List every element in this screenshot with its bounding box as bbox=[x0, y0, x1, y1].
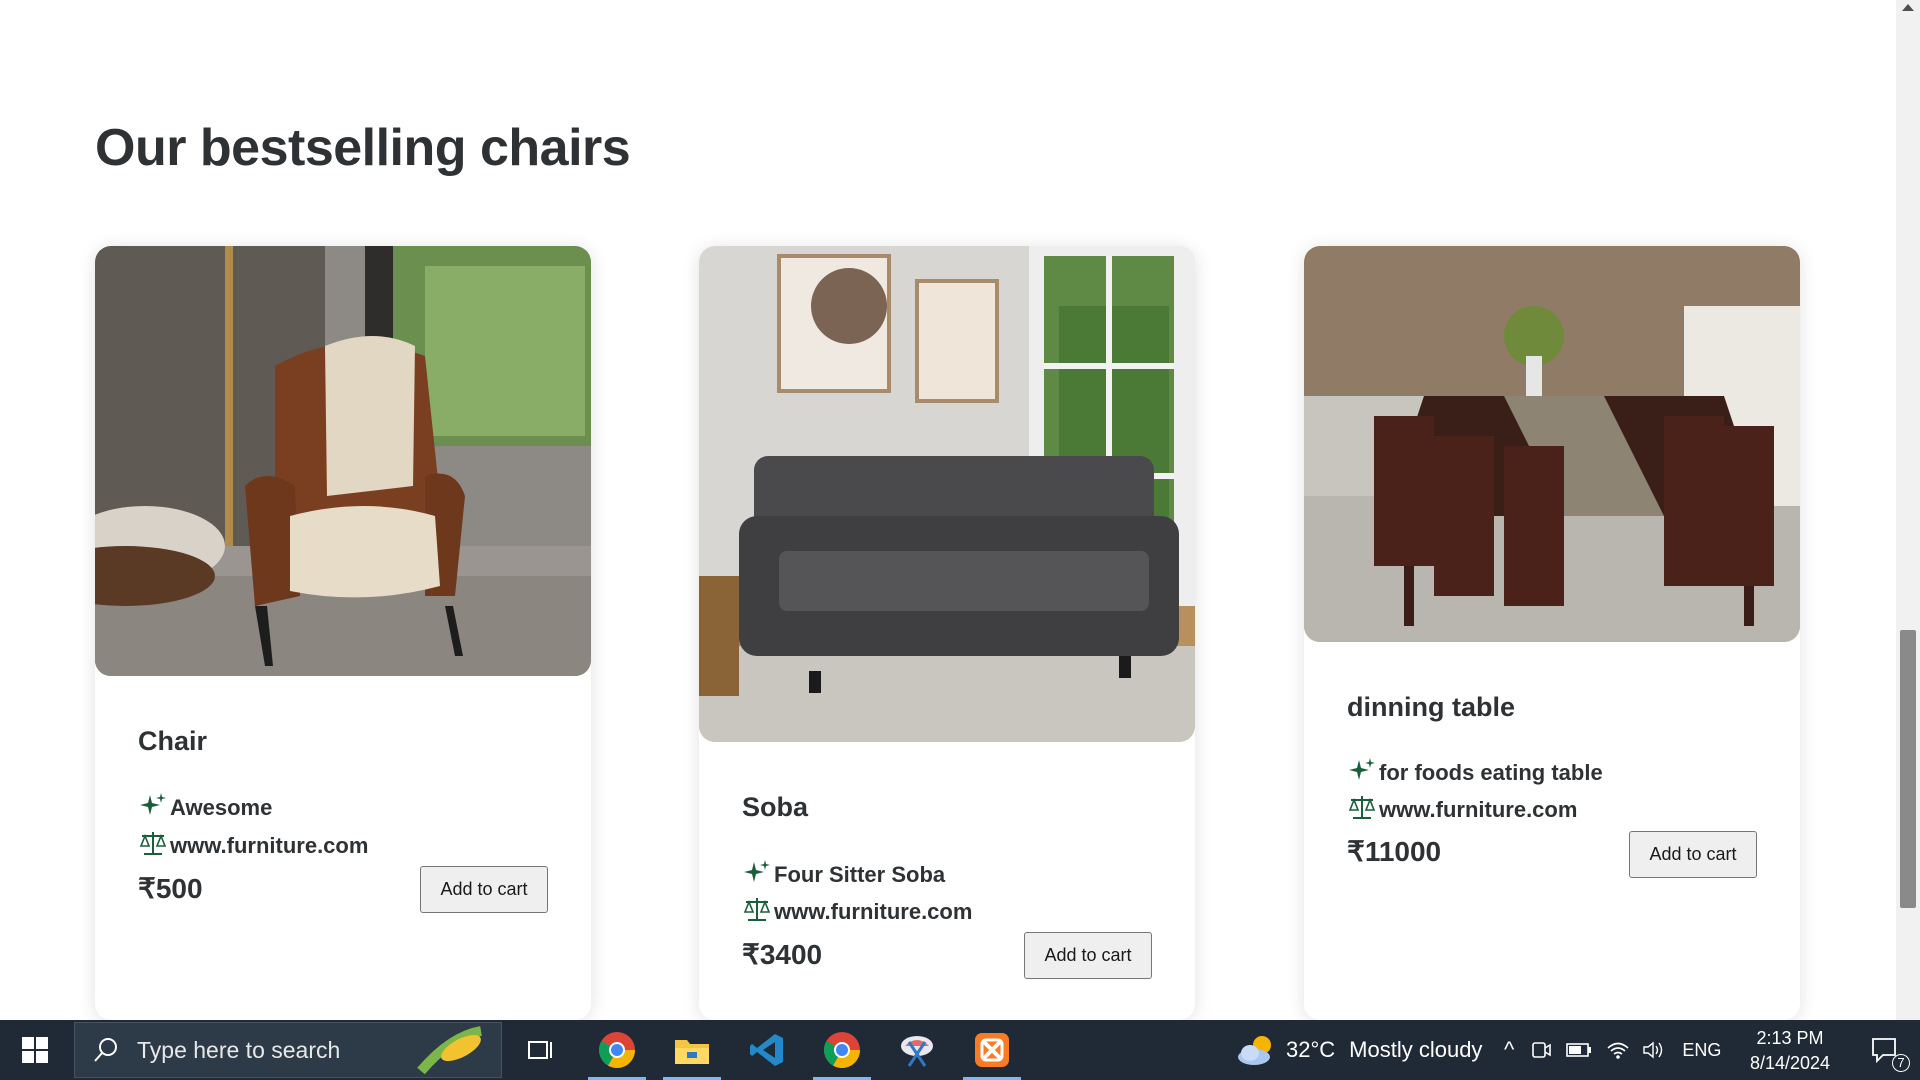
wifi-icon[interactable] bbox=[1606, 1040, 1630, 1060]
armchair-photo bbox=[95, 246, 591, 676]
vertical-scrollbar[interactable] bbox=[1896, 0, 1920, 1020]
product-price: ₹500 bbox=[138, 873, 203, 904]
sofa-photo bbox=[699, 246, 1195, 742]
product-description: for foods eating table bbox=[1347, 756, 1603, 786]
xampp-icon bbox=[975, 1033, 1009, 1067]
search-placeholder: Type here to search bbox=[137, 1036, 341, 1063]
corn-search-highlight-icon bbox=[417, 1026, 483, 1075]
weather-widget[interactable]: 32°C Mostly cloudy bbox=[1236, 1020, 1482, 1080]
dining-table-photo bbox=[1304, 246, 1800, 642]
scrollbar-thumb[interactable] bbox=[1900, 630, 1916, 908]
taskbar-vscode[interactable] bbox=[732, 1020, 802, 1080]
snipping-tool-icon bbox=[901, 1036, 933, 1067]
task-view-icon bbox=[528, 1041, 552, 1059]
product-card-soba: Soba Four Sitter Soba www.furniture.com … bbox=[699, 246, 1195, 1020]
battery-icon[interactable] bbox=[1566, 1042, 1592, 1058]
section-title: Our bestselling chairs bbox=[95, 119, 631, 177]
clock-time: 2:13 PM bbox=[1756, 1028, 1824, 1048]
chrome-icon bbox=[823, 1032, 860, 1069]
taskbar-chrome-profile[interactable] bbox=[582, 1020, 652, 1080]
product-name: Chair bbox=[138, 726, 208, 756]
browser-viewport: Our bestselling chairs Chair Awesome www… bbox=[0, 0, 1896, 1020]
start-button[interactable] bbox=[0, 1020, 70, 1080]
notification-count: 7 bbox=[1892, 1054, 1910, 1072]
taskbar-chrome[interactable] bbox=[807, 1020, 877, 1080]
chrome-icon bbox=[598, 1032, 635, 1069]
product-description: Four Sitter Soba bbox=[742, 858, 945, 888]
input-language[interactable]: ENG bbox=[1682, 1040, 1721, 1061]
scale-icon bbox=[139, 832, 167, 855]
scale-icon bbox=[743, 898, 771, 921]
product-card-dinning-table: dinning table for foods eating table www… bbox=[1304, 246, 1800, 1020]
sparkles-icon bbox=[744, 860, 770, 882]
product-price: ₹11000 bbox=[1347, 836, 1442, 867]
clock[interactable]: 2:13 PM 8/14/2024 bbox=[1740, 1026, 1840, 1076]
product-site-text: www.furniture.com bbox=[1379, 797, 1578, 822]
weather-temperature: 32°C bbox=[1286, 1037, 1336, 1062]
taskbar-xampp[interactable] bbox=[957, 1020, 1027, 1080]
taskbar-search-box[interactable]: Type here to search bbox=[74, 1022, 502, 1078]
product-image-armchair bbox=[95, 246, 591, 676]
taskbar-file-explorer[interactable] bbox=[657, 1020, 727, 1080]
product-site: www.furniture.com bbox=[138, 829, 368, 859]
meet-now-icon[interactable] bbox=[1530, 1039, 1552, 1061]
sparkles-icon bbox=[1349, 758, 1375, 780]
product-card-chair: Chair Awesome www.furniture.com ₹500 Add… bbox=[95, 246, 591, 1020]
taskbar-snipping-tool[interactable] bbox=[882, 1020, 952, 1080]
weather-condition: Mostly cloudy bbox=[1349, 1037, 1483, 1062]
product-image-sofa bbox=[699, 246, 1195, 742]
add-to-cart-button[interactable]: Add to cart bbox=[1629, 831, 1757, 878]
taskbar: Type here to search 32°C Mostly cloudy ^… bbox=[0, 1020, 1920, 1080]
product-description-text: Four Sitter Soba bbox=[774, 862, 946, 887]
add-to-cart-button[interactable]: Add to cart bbox=[420, 866, 548, 913]
product-image-dining-table bbox=[1304, 246, 1800, 642]
search-icon bbox=[94, 1038, 117, 1062]
product-description-text: Awesome bbox=[170, 795, 273, 820]
add-to-cart-button[interactable]: Add to cart bbox=[1024, 932, 1152, 979]
task-view-button[interactable] bbox=[505, 1020, 575, 1080]
windows-logo-icon bbox=[22, 1037, 48, 1063]
product-price: ₹3400 bbox=[742, 939, 823, 970]
clock-date: 8/14/2024 bbox=[1749, 1053, 1831, 1073]
scale-icon bbox=[1348, 796, 1376, 819]
product-site: www.furniture.com bbox=[742, 895, 972, 925]
product-description-text: for foods eating table bbox=[1379, 760, 1603, 785]
notification-center-button[interactable]: 7 bbox=[1848, 1020, 1920, 1080]
folder-icon bbox=[675, 1040, 709, 1064]
product-name: dinning table bbox=[1347, 692, 1515, 722]
volume-icon[interactable] bbox=[1642, 1040, 1666, 1060]
scroll-up-arrow-icon[interactable] bbox=[1902, 4, 1914, 11]
system-tray: ^ ENG bbox=[1504, 1020, 1721, 1080]
product-site-text: www.furniture.com bbox=[170, 833, 369, 858]
vscode-icon bbox=[750, 1034, 783, 1066]
show-hidden-icons-chevron-up-icon[interactable]: ^ bbox=[1504, 1037, 1514, 1063]
partly-cloudy-icon bbox=[1238, 1036, 1271, 1065]
product-name: Soba bbox=[742, 792, 809, 822]
product-site-text: www.furniture.com bbox=[774, 899, 973, 924]
sparkles-icon bbox=[140, 793, 166, 815]
product-site: www.furniture.com bbox=[1347, 793, 1577, 823]
product-description: Awesome bbox=[138, 791, 272, 821]
